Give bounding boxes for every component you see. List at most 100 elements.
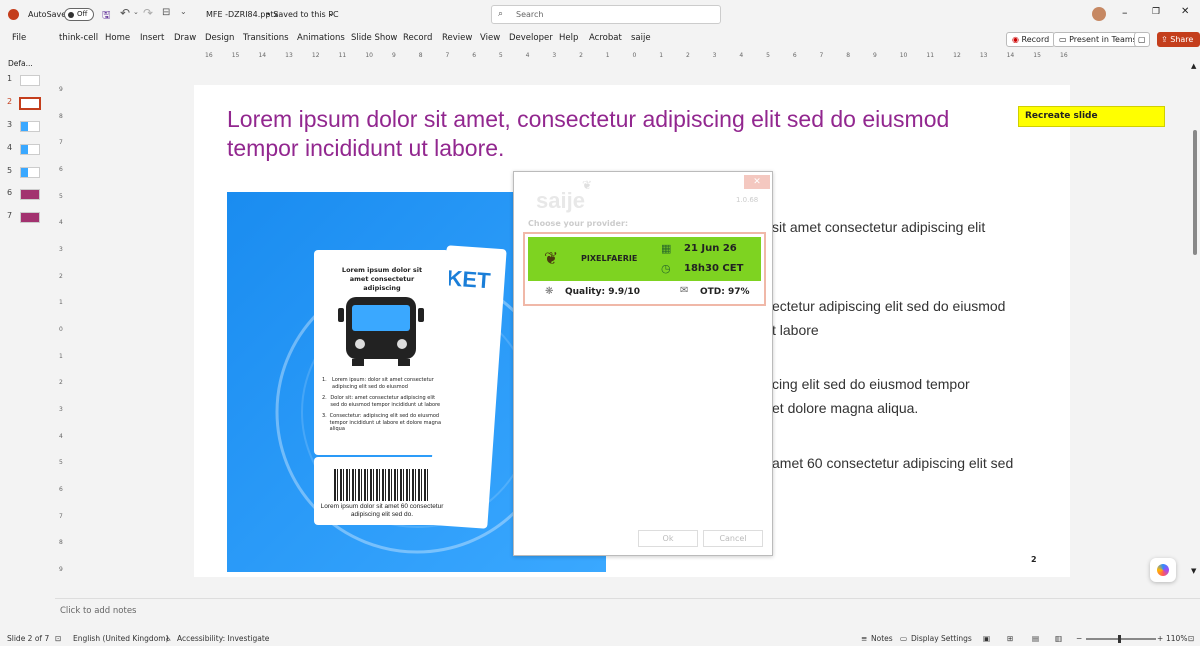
zoom-in-icon[interactable]: +: [1157, 634, 1163, 643]
ruler-tick-label: 6: [59, 166, 63, 173]
scroll-up-icon[interactable]: ▲: [1191, 62, 1196, 70]
tab-home[interactable]: Home: [105, 33, 130, 43]
accessibility-icon: ♿: [165, 634, 172, 643]
tab-developer[interactable]: Developer: [509, 33, 553, 43]
tab-saije[interactable]: saije: [631, 33, 651, 43]
slideshow-view-icon[interactable]: ▥: [1055, 634, 1062, 643]
record-icon: ◉: [1012, 35, 1019, 44]
customize-toolbar-icon[interactable]: ⌄: [180, 7, 187, 16]
ruler-tick-label: 1: [59, 299, 63, 307]
saije-provider-dialog[interactable]: saije ❦ ✕ 1.0.68 Choose your provider: ❦…: [513, 171, 773, 556]
tab-design[interactable]: Design: [205, 33, 234, 43]
zoom-slider[interactable]: [1086, 635, 1156, 643]
provider-card[interactable]: ❦ PIXELFAERIE ▦ 21 Jun 26 ◷ 18h30 CET ❋ …: [523, 232, 766, 306]
bullet-text[interactable]: cing elit sed do eiusmod tempor: [772, 372, 970, 396]
ribbon-tabs: File think-cell Home Insert Draw Design …: [0, 30, 1200, 48]
list-text: Dolor sit: amet consectetur adipiscing e…: [330, 395, 441, 408]
list-text: Consectetur: adipiscing elit sed do eius…: [329, 413, 442, 432]
spelling-icon[interactable]: ⊡: [55, 634, 61, 643]
comment-icon: ▢: [1138, 35, 1146, 44]
bullet-text[interactable]: et dolore magna aliqua.: [772, 396, 918, 420]
avatar[interactable]: [1092, 7, 1106, 21]
tab-acrobat[interactable]: Acrobat: [589, 33, 622, 43]
tab-slide-show[interactable]: Slide Show: [351, 33, 397, 43]
present-in-teams-button[interactable]: ▭ Present in Teams: [1053, 32, 1143, 47]
normal-view-icon[interactable]: ▣: [983, 634, 990, 643]
bullet-text[interactable]: ectetur adipiscing elit sed do eiusmod: [772, 294, 1005, 318]
search-box[interactable]: ⌕ Search: [491, 5, 721, 24]
cancel-button[interactable]: Cancel: [703, 530, 763, 547]
tab-review[interactable]: Review: [442, 33, 472, 43]
provider-time: 18h30 CET: [684, 263, 744, 274]
bullet-text[interactable]: t labore: [772, 318, 819, 342]
slide-thumbnail-1[interactable]: [20, 75, 40, 86]
thumb-number: 6: [7, 188, 13, 197]
ruler-tick-label: 1: [659, 52, 664, 59]
chevron-down-icon[interactable]: ⌄: [328, 9, 335, 18]
scroll-down-icon[interactable]: ▼: [1191, 567, 1196, 575]
share-button[interactable]: ⇪ Share: [1157, 32, 1200, 47]
vertical-scrollbar[interactable]: ▲ ▼: [1190, 62, 1200, 592]
present-from-start-icon[interactable]: ⊟: [162, 7, 170, 18]
slide-thumbnail-5[interactable]: [20, 167, 40, 178]
ruler-tick-label: 1: [605, 52, 610, 59]
slide-thumbnail-7[interactable]: [20, 212, 40, 223]
tab-transitions[interactable]: Transitions: [243, 33, 289, 43]
tab-record[interactable]: Record: [403, 33, 432, 43]
tab-draw[interactable]: Draw: [174, 33, 196, 43]
notes-pane[interactable]: Click to add notes: [55, 598, 1200, 628]
notes-toggle[interactable]: Notes: [871, 634, 893, 643]
ruler-tick-label: 5: [766, 52, 770, 59]
clock-icon: ◷: [661, 262, 671, 275]
zoom-out-icon[interactable]: −: [1076, 634, 1082, 643]
tab-help[interactable]: Help: [559, 33, 578, 43]
comments-button[interactable]: ▢: [1134, 32, 1150, 47]
language-indicator[interactable]: English (United Kingdom): [73, 634, 169, 643]
search-icon: ⌕: [498, 9, 504, 19]
saije-bird-icon: ❦: [582, 178, 593, 192]
display-settings-button[interactable]: Display Settings: [911, 634, 972, 643]
ruler-tick-label: 13: [979, 52, 988, 59]
zoom-level[interactable]: 110%: [1166, 634, 1187, 643]
ok-button[interactable]: Ok: [638, 530, 698, 547]
tab-animations[interactable]: Animations: [297, 33, 345, 43]
reading-view-icon[interactable]: ▤: [1032, 634, 1039, 643]
provider-bird-icon: ❦: [544, 249, 559, 269]
scrollbar-thumb[interactable]: [1193, 130, 1197, 255]
section-label[interactable]: Defa...: [8, 59, 33, 68]
bullet-text[interactable]: amet 60 consectetur adipiscing elit sed: [772, 451, 1013, 475]
record-button[interactable]: ◉ Record: [1006, 32, 1056, 47]
close-icon[interactable]: ✕: [1181, 6, 1189, 17]
slide-thumbnail-2[interactable]: [19, 97, 41, 110]
undo-dropdown-icon[interactable]: ⌄: [133, 8, 139, 16]
ruler-tick-label: 3: [59, 246, 63, 253]
tab-file[interactable]: File: [12, 33, 26, 43]
share-button-label: Share: [1170, 35, 1194, 44]
slide-thumbnail-3[interactable]: [20, 121, 40, 132]
zoom-slider-thumb[interactable]: [1118, 635, 1121, 643]
slide-thumbnail-4[interactable]: [20, 144, 40, 155]
copilot-button[interactable]: [1150, 558, 1176, 582]
slide-sorter-icon[interactable]: ⊞: [1007, 634, 1013, 643]
minimize-icon[interactable]: –: [1122, 6, 1128, 19]
autosave-toggle[interactable]: Off: [64, 8, 94, 21]
dialog-close-button[interactable]: ✕: [744, 175, 770, 189]
slide-thumbnail-6[interactable]: [20, 189, 40, 200]
slide-title[interactable]: Lorem ipsum dolor sit amet, consectetur …: [227, 105, 987, 163]
ruler-tick-label: 2: [59, 379, 63, 387]
thumb-number: 5: [7, 166, 13, 175]
ruler-tick-label: 5: [59, 459, 63, 467]
tab-think-cell[interactable]: think-cell: [59, 33, 98, 43]
redo-icon[interactable]: ↷: [143, 6, 153, 20]
version-label: 1.0.68: [736, 196, 759, 204]
otd-label: OTD: 97%: [700, 287, 750, 297]
fit-to-window-icon[interactable]: ⊡: [1188, 634, 1194, 643]
save-icon[interactable]: 🖫: [102, 8, 111, 25]
bullet-text[interactable]: sit amet consectetur adipiscing elit: [772, 215, 985, 239]
tab-insert[interactable]: Insert: [140, 33, 164, 43]
recreate-slide-sticky[interactable]: Recreate slide: [1018, 106, 1165, 127]
undo-icon[interactable]: ↶: [120, 6, 130, 20]
tab-view[interactable]: View: [480, 33, 500, 43]
restore-icon[interactable]: ❐: [1152, 7, 1160, 17]
accessibility-status[interactable]: Accessibility: Investigate: [177, 634, 269, 643]
